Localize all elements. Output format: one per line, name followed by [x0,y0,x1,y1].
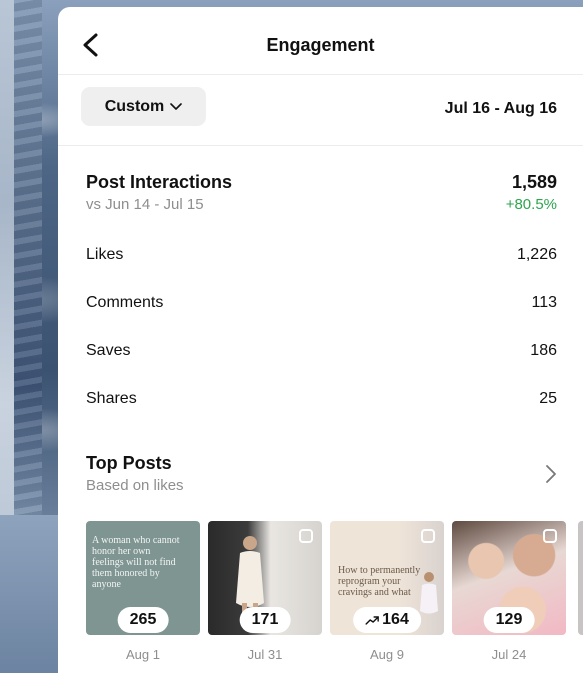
page-title: Engagement [266,35,375,55]
metric-value: 25 [539,390,557,407]
like-count-badge: 129 [483,607,535,633]
post-thumbnail-partial[interactable] [578,521,583,635]
like-count: 129 [495,611,523,628]
interactions-total: 1,589 [511,172,557,192]
metric-value: 113 [531,294,557,311]
like-count: 164 [382,611,409,628]
post-date: Jul 24 [491,647,527,662]
metric-label: Comments [86,294,164,311]
metric-row-saves: Saves 186 [86,342,557,366]
engagement-sheet: Engagement Custom Jul 16 - Aug 16 Post I… [58,7,583,673]
custom-range-label: Custom [104,97,165,115]
post-thumbnail[interactable]: 129 [452,521,566,635]
trending-up-icon [365,616,379,625]
post-date: Aug 9 [370,647,404,662]
chevron-down-icon [170,102,183,110]
post-caption-text: A woman who cannot honor her own feeling… [92,535,180,590]
filter-row: Custom Jul 16 - Aug 16 [58,74,583,146]
metric-label: Likes [86,246,124,263]
metric-row-comments: Comments 113 [86,294,557,318]
person-figure [420,572,438,614]
like-count-badge: 265 [117,607,169,633]
top-posts-subtitle: Based on likes [86,477,184,494]
like-count: 265 [129,611,157,628]
like-count: 171 [251,611,279,628]
post-caption-text: How to permanently reprogram your cravin… [338,565,421,598]
header: Engagement [58,7,583,75]
background-bottom [0,515,60,673]
like-count-badge: 164 [353,607,421,633]
interactions-change: +80.5% [505,196,557,213]
post-date: Jul 31 [247,647,283,662]
comparison-period: vs Jun 14 - Jul 15 [86,196,204,213]
metric-value: 186 [530,342,557,359]
chevron-right-icon[interactable] [545,464,557,484]
metric-label: Saves [86,342,131,359]
post-date: Aug 1 [126,647,160,662]
post-thumbnail[interactable]: How to permanently reprogram your cravin… [330,521,444,635]
custom-range-button[interactable]: Custom [81,87,206,126]
metric-label: Shares [86,390,137,407]
carousel-icon [421,529,435,543]
carousel-icon [543,529,557,543]
metric-row-likes: Likes 1,226 [86,246,557,270]
post-thumbnail[interactable]: A woman who cannot honor her own feeling… [86,521,200,635]
date-range: Jul 16 - Aug 16 [444,100,557,117]
metric-value: 1,226 [516,246,557,263]
post-thumbnail[interactable]: 171 [208,521,322,635]
metric-row-shares: Shares 25 [86,390,557,414]
post-interactions-title: Post Interactions [86,172,233,192]
top-posts-grid: A woman who cannot honor her own feeling… [86,521,583,671]
carousel-icon [299,529,313,543]
like-count-badge: 171 [239,607,291,633]
top-posts-title: Top Posts [86,453,172,473]
